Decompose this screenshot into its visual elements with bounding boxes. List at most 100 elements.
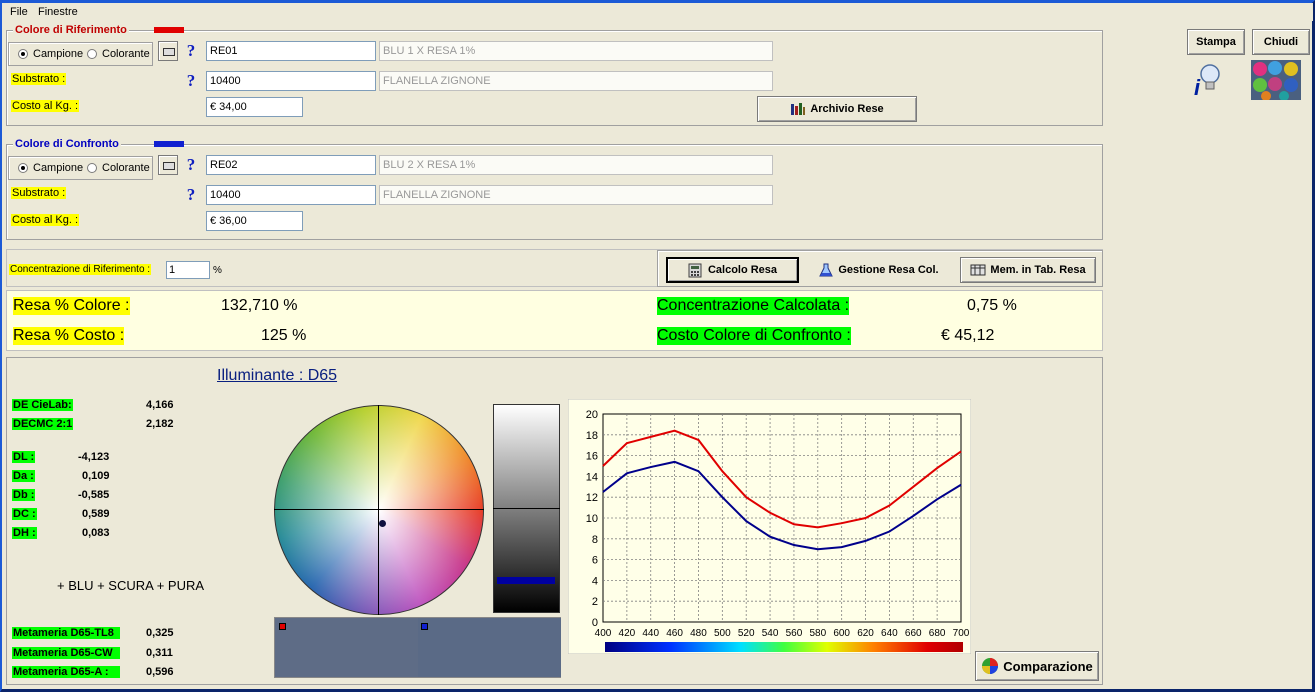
metric-value-dc: 0,589 [82, 508, 110, 520]
x-tick-label: 540 [762, 628, 779, 639]
memory-table-icon [970, 264, 986, 276]
concentrazione-calcolata-value: 0,75 % [967, 297, 1017, 314]
riferimento-sample-marker [279, 623, 286, 630]
confronto-sample-marker [421, 623, 428, 630]
info-bulb-icon[interactable]: i [1192, 62, 1224, 98]
riferimento-help-button[interactable]: ? [181, 41, 201, 61]
confronto-substrato-label: Substrato : [11, 187, 67, 199]
confronto-costo-input[interactable] [206, 211, 303, 231]
metameria-label-tl8: Metameria D65-TL8 [12, 627, 120, 639]
confronto-substrato-desc-field [379, 185, 773, 205]
metric-label-decmc: DECMC 2:1 [12, 418, 74, 430]
metameria-label-cw: Metameria D65-CW [12, 647, 120, 659]
x-tick-label: 420 [619, 628, 636, 639]
concentrazione-unit: % [213, 265, 222, 276]
gestione-resa-label: Gestione Resa Col. [838, 264, 939, 276]
menu-finestre[interactable]: Finestre [38, 6, 78, 18]
riferimento-costo-label: Costo al Kg. : [11, 100, 80, 112]
lightness-bar-midline [493, 508, 560, 509]
menu-bar: File Finestre [2, 3, 1313, 21]
metric-value-dh: 0,083 [82, 527, 110, 539]
mem-tab-resa-label: Mem. in Tab. Resa [990, 264, 1086, 276]
x-tick-label: 660 [905, 628, 922, 639]
costo-confronto-label: Costo Colore di Confronto : [657, 327, 851, 345]
concentrazione-calcolata-label: Concentrazione Calcolata : [657, 297, 850, 315]
x-tick-label: 500 [714, 628, 731, 639]
metameria-label-a: Metameria D65-A : [12, 666, 120, 678]
riferimento-sample-swatch [275, 618, 418, 677]
mem-tab-resa-button[interactable]: Mem. in Tab. Resa [960, 257, 1096, 283]
metameria-value-cw: 0,311 [146, 647, 173, 659]
riferimento-list-button[interactable] [158, 41, 178, 61]
confronto-radio-group: Campione Colorante [8, 156, 153, 180]
riferimento-code-input[interactable] [206, 41, 376, 61]
riferimento-radio-campione[interactable] [18, 49, 28, 59]
color-wheel-vertical-axis [378, 405, 379, 615]
color-compare-icon [982, 658, 999, 674]
fabric-image-icon[interactable] [1251, 60, 1301, 100]
metric-label-de-cielab: DE CieLab: [12, 399, 73, 411]
riferimento-colorante-label: Colorante [102, 48, 150, 60]
comparazione-button[interactable]: Comparazione [975, 651, 1099, 681]
x-tick-label: 560 [786, 628, 803, 639]
confronto-color-swatch [154, 141, 184, 147]
metric-label-da: Da : [12, 470, 35, 482]
resa-costo-label: Resa % Costo : [13, 327, 125, 345]
x-tick-label: 620 [857, 628, 874, 639]
illuminante-title: Illuminante : D65 [217, 367, 338, 384]
x-tick-label: 700 [953, 628, 970, 639]
confronto-help-button[interactable]: ? [181, 155, 201, 175]
riferimento-substrato-code-input[interactable] [206, 71, 376, 91]
metric-value-da: 0,109 [82, 470, 110, 482]
calcolo-resa-button[interactable]: Calcolo Resa [666, 257, 799, 283]
archivio-rese-label: Archivio Rese [810, 103, 884, 115]
confronto-radio-campione[interactable] [18, 163, 28, 173]
confronto-group: Colore di Confronto Campione Colorante ?… [6, 138, 1103, 240]
chiudi-button[interactable]: Chiudi [1252, 29, 1310, 55]
metameria-value-a: 0,596 [146, 666, 174, 678]
riferimento-group: Colore di Riferimento Campione Colorante… [6, 24, 1103, 126]
color-point-marker [379, 520, 386, 527]
riferimento-substrato-help-button[interactable]: ? [181, 71, 201, 91]
books-icon [791, 103, 806, 115]
calculator-icon [688, 263, 702, 277]
shade-description: + BLU + SCURA + PURA [57, 578, 205, 593]
concentrazione-bar: Concentrazione di Riferimento : % Calcol… [6, 249, 1103, 287]
confronto-title: Colore di Confronto [13, 138, 121, 150]
confronto-substrato-code-input[interactable] [206, 185, 376, 205]
menu-file[interactable]: File [10, 6, 28, 18]
confronto-list-button[interactable] [158, 155, 178, 175]
x-tick-label: 480 [690, 628, 707, 639]
metric-value-de-cielab: 4,166 [146, 399, 174, 411]
y-tick-label: 4 [592, 575, 598, 587]
y-tick-label: 18 [586, 430, 598, 442]
confronto-sample-swatch [418, 618, 561, 677]
riferimento-radio-colorante[interactable] [87, 49, 97, 59]
confronto-radio-colorante[interactable] [87, 163, 97, 173]
riferimento-radio-group: Campione Colorante [8, 42, 153, 66]
metric-label-dc: DC : [12, 508, 37, 520]
x-tick-label: 520 [738, 628, 755, 639]
y-tick-label: 16 [586, 451, 598, 463]
gestione-resa-button[interactable]: Gestione Resa Col. [811, 257, 947, 283]
lightness-marker [497, 577, 555, 584]
x-tick-label: 440 [642, 628, 659, 639]
swatch-comparison [274, 617, 561, 678]
color-wheel [274, 405, 484, 615]
metameria-value-tl8: 0,325 [146, 627, 174, 639]
comparazione-label: Comparazione [1003, 658, 1093, 674]
y-tick-label: 2 [592, 596, 598, 608]
stampa-button[interactable]: Stampa [1187, 29, 1245, 55]
riferimento-campione-label: Campione [33, 48, 84, 60]
confronto-substrato-help-button[interactable]: ? [181, 185, 201, 205]
spectrum-color-bar [605, 642, 963, 652]
svg-text:i: i [1194, 75, 1201, 98]
archivio-rese-button[interactable]: Archivio Rese [757, 96, 917, 122]
riferimento-costo-input[interactable] [206, 97, 303, 117]
concentrazione-input[interactable] [166, 261, 210, 279]
results-panel: Resa % Colore : 132,710 % Resa % Costo :… [6, 290, 1103, 351]
confronto-campione-label: Campione [33, 162, 84, 174]
x-tick-label: 580 [809, 628, 826, 639]
riferimento-substrato-desc-field [379, 71, 773, 91]
confronto-code-input[interactable] [206, 155, 376, 175]
